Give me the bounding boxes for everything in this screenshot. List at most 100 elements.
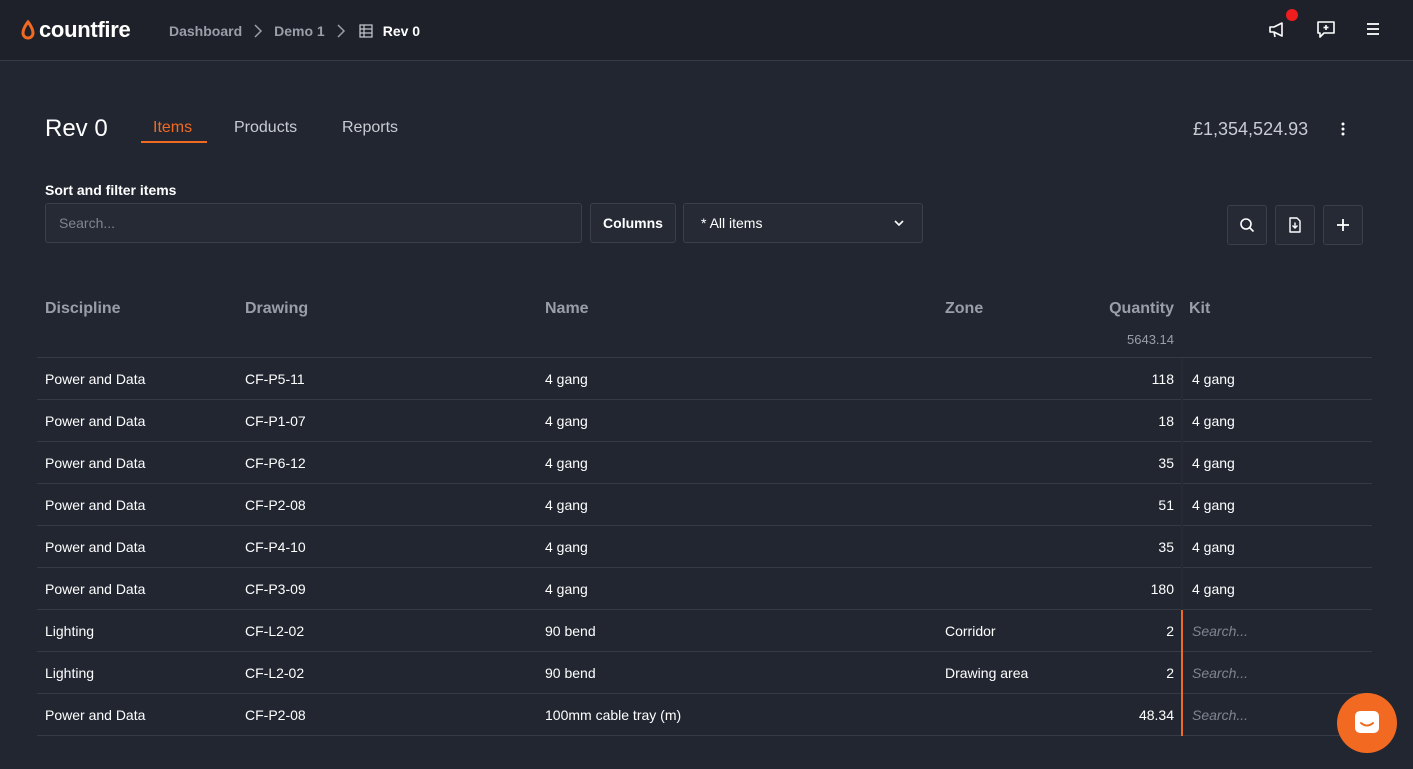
cell-discipline: Lighting [45, 665, 95, 681]
tab-items[interactable]: Items [153, 119, 192, 137]
flame-logo-icon [21, 19, 35, 40]
cell-drawing: CF-P3-09 [245, 581, 306, 597]
view-select-value: * All items [701, 215, 763, 231]
cell-drawing: CF-L2-02 [245, 623, 305, 639]
cell-drawing: CF-P4-10 [245, 539, 306, 555]
chevron-down-icon [894, 220, 904, 227]
cell-drawing: CF-P5-11 [245, 371, 305, 387]
kit-divider [1181, 568, 1183, 610]
active-tab-indicator [141, 141, 207, 143]
table-row[interactable]: Power and Data CF-P4-10 4 gang 35 4 gang [37, 526, 1372, 568]
kit-divider-unassigned [1181, 694, 1183, 736]
chat-launcher-button[interactable] [1337, 693, 1397, 753]
columns-button[interactable]: Columns [590, 203, 676, 243]
cell-discipline: Power and Data [45, 539, 146, 555]
table-row[interactable]: Power and Data CF-P2-08 100mm cable tray… [37, 694, 1372, 736]
table-row[interactable]: Power and Data CF-P2-08 4 gang 51 4 gang [37, 484, 1372, 526]
more-options-icon[interactable] [1333, 119, 1353, 139]
countfire-logo[interactable]: countfire [20, 17, 131, 43]
table-row[interactable]: Power and Data CF-P6-12 4 gang 35 4 gang [37, 442, 1372, 484]
view-select[interactable]: * All items [683, 203, 923, 243]
cell-name: 4 gang [545, 539, 588, 555]
column-header-zone[interactable]: Zone [945, 300, 983, 318]
menu-icon[interactable] [1362, 18, 1384, 40]
chat-icon [1355, 711, 1379, 733]
cell-quantity: 35 [1158, 539, 1174, 555]
kit-divider-unassigned [1181, 652, 1183, 694]
cell-quantity: 48.34 [1138, 707, 1174, 723]
cell-quantity: 51 [1158, 497, 1174, 513]
breadcrumb-current: Rev 0 [382, 23, 421, 39]
breadcrumb-demo[interactable]: Demo 1 [274, 23, 325, 39]
kit-search-input[interactable]: Search... [1192, 707, 1248, 723]
cell-kit[interactable]: 4 gang [1192, 455, 1235, 471]
tab-products[interactable]: Products [234, 119, 297, 137]
column-header-drawing[interactable]: Drawing [245, 300, 308, 318]
top-bar: countfire Dashboard Demo 1 Rev 0 [0, 0, 1413, 61]
cell-discipline: Power and Data [45, 581, 146, 597]
table-row[interactable]: Lighting CF-L2-02 90 bend Corridor 2 Sea… [37, 610, 1372, 652]
table-row[interactable]: Lighting CF-L2-02 90 bend Drawing area 2… [37, 652, 1372, 694]
kit-divider [1181, 442, 1183, 484]
kit-divider [1181, 400, 1183, 442]
cell-drawing: CF-L2-02 [245, 665, 305, 681]
search-input[interactable] [45, 203, 582, 243]
cell-name: 4 gang [545, 455, 588, 471]
breadcrumb-dashboard[interactable]: Dashboard [169, 23, 242, 39]
cell-discipline: Lighting [45, 623, 95, 639]
quantity-total: 5643.14 [1127, 332, 1174, 347]
cell-name: 90 bend [545, 623, 596, 639]
kit-divider-unassigned [1181, 610, 1183, 652]
table-row[interactable]: Power and Data CF-P1-07 4 gang 18 4 gang [37, 400, 1372, 442]
cell-kit[interactable]: 4 gang [1192, 539, 1235, 555]
page-title: Rev 0 [45, 115, 108, 142]
tab-reports[interactable]: Reports [342, 119, 398, 137]
cell-kit[interactable]: 4 gang [1192, 413, 1235, 429]
cell-kit[interactable]: 4 gang [1192, 497, 1235, 513]
search-icon [1240, 218, 1255, 233]
cell-quantity: 118 [1151, 371, 1174, 387]
cell-name: 90 bend [545, 665, 596, 681]
cell-discipline: Power and Data [45, 707, 146, 723]
cell-drawing: CF-P1-07 [245, 413, 306, 429]
cell-quantity: 18 [1158, 413, 1174, 429]
filter-label: Sort and filter items [45, 182, 177, 198]
cell-name: 4 gang [545, 413, 588, 429]
table-row[interactable]: Power and Data CF-P5-11 4 gang 118 4 gan… [37, 358, 1372, 400]
grid-icon [359, 24, 373, 38]
total-value: £1,354,524.93 [1193, 119, 1309, 139]
kit-search-input[interactable]: Search... [1192, 665, 1248, 681]
cell-kit[interactable]: 4 gang [1192, 581, 1235, 597]
cell-quantity: 35 [1158, 455, 1174, 471]
column-header-quantity[interactable]: Quantity [1109, 300, 1174, 318]
cell-zone: Drawing area [945, 665, 1029, 681]
feedback-icon[interactable] [1315, 18, 1337, 40]
export-button[interactable] [1275, 205, 1315, 245]
cell-discipline: Power and Data [45, 497, 146, 513]
cell-drawing: CF-P2-08 [245, 707, 306, 723]
cell-drawing: CF-P6-12 [245, 455, 306, 471]
plus-icon [1337, 219, 1349, 231]
megaphone-icon[interactable] [1267, 18, 1289, 40]
cell-quantity: 2 [1166, 665, 1174, 681]
cell-name: 100mm cable tray (m) [545, 707, 682, 723]
cell-quantity: 2 [1166, 623, 1174, 639]
cell-discipline: Power and Data [45, 371, 146, 387]
column-header-discipline[interactable]: Discipline [45, 300, 121, 318]
cell-kit[interactable]: 4 gang [1192, 371, 1235, 387]
column-header-name[interactable]: Name [545, 300, 589, 318]
cell-name: 4 gang [545, 581, 588, 597]
cell-zone: Corridor [945, 623, 996, 639]
cell-quantity: 180 [1150, 581, 1174, 597]
file-export-icon [1289, 217, 1301, 233]
chevron-right-icon [337, 24, 345, 38]
cell-name: 4 gang [545, 371, 588, 387]
kit-divider [1181, 358, 1183, 400]
cell-name: 4 gang [545, 497, 588, 513]
column-header-kit[interactable]: Kit [1189, 300, 1210, 318]
search-button[interactable] [1227, 205, 1267, 245]
add-item-button[interactable] [1323, 205, 1363, 245]
breadcrumb: Dashboard Demo 1 Rev 0 [169, 21, 420, 41]
table-row[interactable]: Power and Data CF-P3-09 4 gang 180 4 gan… [37, 568, 1372, 610]
kit-search-input[interactable]: Search... [1192, 623, 1248, 639]
